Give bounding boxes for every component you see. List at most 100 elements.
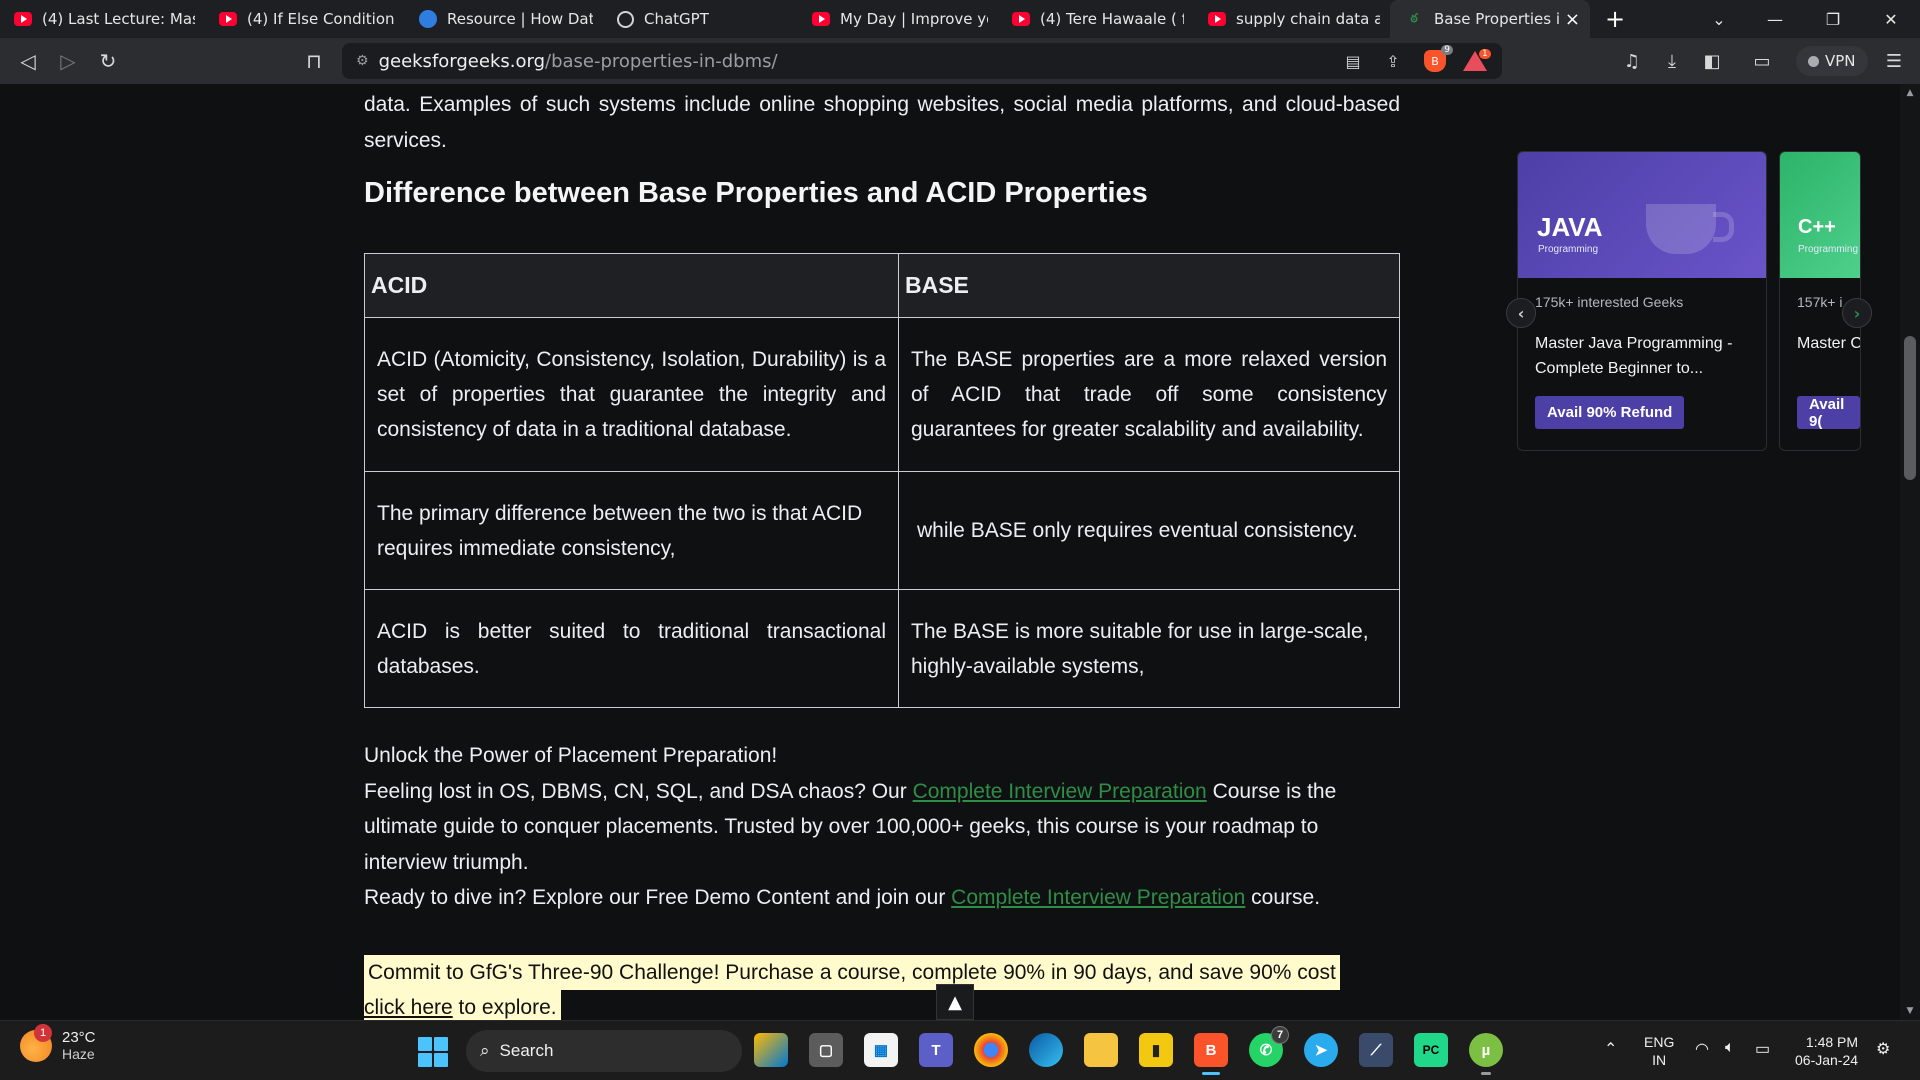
youtube-icon — [219, 12, 237, 26]
tab-label: ChatGPT — [644, 10, 709, 28]
tab-label: supply chain data analy — [1236, 10, 1380, 28]
scroll-up-icon[interactable]: ▲ — [1900, 88, 1920, 98]
mysql-workbench-icon[interactable]: ⟋ — [1359, 1033, 1393, 1067]
tab-active[interactable]: ఠ Base Properties in × — [1390, 0, 1590, 38]
taskbar-search[interactable]: ⌕ Search — [466, 1030, 742, 1072]
new-tab-button[interactable]: + — [1590, 5, 1640, 33]
edge-icon[interactable] — [1029, 1033, 1063, 1067]
course-card-java[interactable]: JAVA Programming 175k+ interested Geeks … — [1517, 151, 1767, 451]
microsoft-store-icon[interactable]: ▦ — [864, 1033, 898, 1067]
clock[interactable]: 1:48 PM 06-Jan-24 — [1795, 1033, 1858, 1069]
tab-label: My Day | Improve your — [840, 10, 988, 28]
comparison-table: ACID BASE ACID (Atomicity, Consistency, … — [364, 253, 1400, 708]
course-banner: C++ Programming — [1780, 152, 1860, 278]
column-header: BASE — [898, 253, 1400, 318]
table-cell: while BASE only requires eventual consis… — [898, 471, 1400, 590]
promo-text: course. — [1245, 886, 1321, 909]
page-scrollbar[interactable]: ▲ ▼ — [1900, 84, 1920, 1020]
download-icon[interactable]: ⤓ — [1652, 38, 1692, 84]
power-bi-icon[interactable]: ▮ — [1139, 1033, 1173, 1067]
weather-badge: 1 — [34, 1023, 52, 1042]
tab-3[interactable]: Resource | How Data A — [405, 0, 603, 38]
reload-icon[interactable]: ↻ — [88, 41, 128, 81]
interview-prep-link[interactable]: Complete Interview Preparation — [913, 780, 1207, 803]
tab-7[interactable]: supply chain data analy — [1194, 0, 1390, 38]
share-icon[interactable]: ⇪ — [1376, 43, 1410, 79]
tab-1[interactable]: (4) Last Lecture: Maste — [0, 0, 205, 38]
media-icon[interactable]: ♫ — [1612, 38, 1652, 84]
reader-mode-icon[interactable]: ▤ — [1336, 43, 1370, 79]
bookmark-icon[interactable]: ⊓ — [294, 41, 334, 81]
brave-browser-icon[interactable]: B — [1194, 1033, 1228, 1075]
wifi-icon[interactable]: ◠ — [1695, 1039, 1709, 1059]
table-row: ACID is better suited to traditional tra… — [364, 589, 1400, 708]
table-cell: The BASE properties are a more relaxed v… — [898, 317, 1400, 472]
sidebar-toggle-icon[interactable]: ◧ — [1692, 38, 1732, 84]
chrome-icon[interactable] — [974, 1033, 1008, 1067]
scroll-down-icon[interactable]: ▼ — [1900, 1006, 1920, 1016]
course-title[interactable]: Master Java Programming - Complete Begin… — [1535, 331, 1760, 381]
table-cell: ACID is better suited to traditional tra… — [364, 589, 899, 708]
forward-icon[interactable]: ▷ — [48, 41, 88, 81]
weather-widget[interactable]: 1 23°C Haze — [20, 1023, 96, 1062]
scrollbar-thumb[interactable] — [1904, 336, 1916, 480]
site-settings-icon[interactable]: ⚙ — [356, 53, 369, 69]
brave-shields-icon[interactable]: B9 — [1418, 43, 1453, 79]
course-subtitle: Programming — [1538, 244, 1599, 255]
minimize-icon[interactable]: — — [1746, 0, 1804, 38]
tab-2[interactable]: (4) If Else Conditional S — [205, 0, 405, 38]
tab-strip: (4) Last Lecture: Maste (4) If Else Cond… — [0, 0, 1920, 38]
tab-search-chevron-icon[interactable]: ⌄ — [1690, 0, 1748, 38]
search-placeholder: Search — [499, 1041, 554, 1060]
avail-refund-button[interactable]: Avail 90% Refund — [1535, 396, 1685, 429]
language-indicator[interactable]: ENG IN — [1644, 1033, 1674, 1069]
close-window-icon[interactable]: ✕ — [1862, 0, 1920, 38]
promo-text: Feeling lost in OS, DBMS, CN, SQL, and D… — [364, 779, 913, 803]
tab-label: Base Properties in — [1434, 10, 1559, 28]
menu-icon[interactable]: ☰ — [1874, 38, 1914, 84]
navigation-bar: ◁ ▷ ↻ ⊓ ⚙ geeksforgeeks.org/base-propert… — [0, 38, 1920, 84]
tab-5[interactable]: My Day | Improve your — [798, 0, 998, 38]
tab-4[interactable]: ChatGPT — [603, 0, 798, 38]
scroll-to-top-button[interactable]: ▲ — [936, 984, 974, 1020]
interview-prep-link[interactable]: Complete Interview Preparation — [951, 886, 1245, 909]
url-path: /base-properties-in-dbms/ — [545, 50, 778, 72]
table-row: ACID (Atomicity, Consistency, Isolation,… — [364, 317, 1400, 472]
wallet-icon[interactable]: ▭ — [1742, 38, 1782, 84]
teams-icon[interactable]: T — [919, 1033, 953, 1067]
notifications-icon[interactable]: ⚙ — [1876, 1039, 1890, 1059]
pycharm-icon[interactable]: PC — [1414, 1033, 1448, 1067]
start-button[interactable] — [418, 1037, 448, 1067]
page-content: data. Examples of such systems include o… — [0, 84, 1900, 1020]
carousel-next-icon[interactable]: › — [1842, 298, 1872, 328]
back-icon[interactable]: ◁ — [8, 41, 48, 81]
temperature: 23°C — [62, 1029, 96, 1046]
close-tab-icon[interactable]: × — [1559, 9, 1580, 30]
table-cell: The BASE is more suitable for use in lar… — [898, 589, 1400, 708]
file-explorer-icon[interactable] — [1084, 1033, 1118, 1067]
course-language: JAVA — [1537, 212, 1603, 242]
volume-icon[interactable]: 🔈︎ — [1725, 1039, 1735, 1057]
address-bar[interactable]: ⚙ geeksforgeeks.org/base-properties-in-d… — [342, 43, 1502, 79]
utorrent-icon[interactable]: µ — [1469, 1033, 1503, 1075]
section-heading: Difference between Base Properties and A… — [364, 177, 1148, 209]
task-view-icon[interactable]: ▢ — [809, 1033, 843, 1067]
tab-6[interactable]: (4) Tere Hawaale ( full s — [998, 0, 1194, 38]
copilot-icon[interactable] — [754, 1033, 788, 1067]
whatsapp-icon[interactable]: ✆ 7 — [1249, 1026, 1289, 1067]
click-here-link[interactable]: click here — [364, 996, 453, 1019]
carousel-prev-icon[interactable]: ‹ — [1506, 298, 1536, 328]
course-title[interactable]: Master C Complet — [1797, 331, 1860, 356]
battery-icon[interactable]: ▭ — [1755, 1039, 1770, 1059]
challenge-banner: Commit to GfG's Three-90 Challenge! Purc… — [364, 955, 1340, 1020]
brave-rewards-icon[interactable]: 1 — [1458, 43, 1492, 79]
tab-label: Resource | How Data A — [447, 10, 593, 28]
maximize-icon[interactable]: ❐ — [1804, 0, 1862, 38]
avail-refund-button[interactable]: Avail 9( — [1797, 396, 1860, 430]
vpn-button[interactable]: VPN — [1796, 46, 1868, 76]
show-hidden-icons-icon[interactable]: ⌃ — [1604, 1039, 1617, 1059]
telegram-icon[interactable]: ➤ — [1304, 1033, 1338, 1067]
tab-label: (4) Last Lecture: Maste — [42, 10, 195, 28]
promo-block: Unlock the Power of Placement Preparatio… — [364, 738, 1400, 916]
resource-icon — [419, 10, 437, 28]
